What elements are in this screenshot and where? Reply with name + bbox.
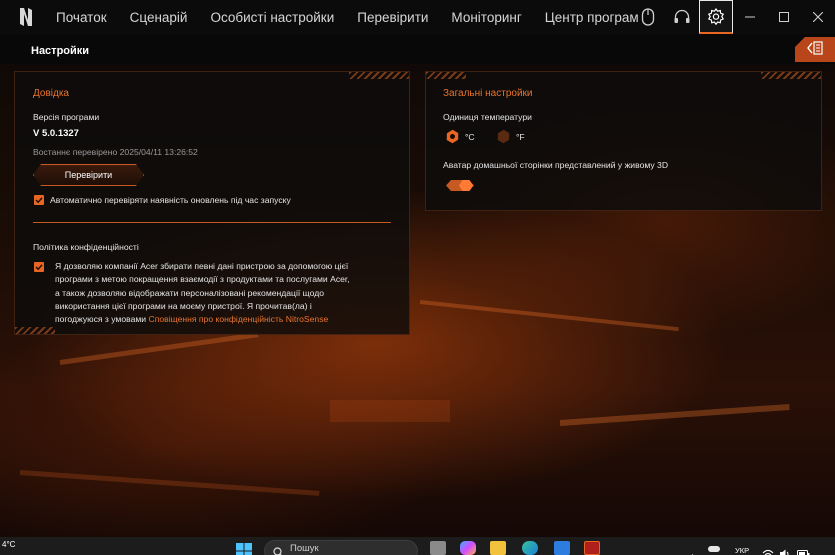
cloud-icon[interactable] [708, 546, 720, 552]
background-streak [59, 332, 259, 365]
celsius-radio-dot [450, 134, 455, 139]
celsius-label: °C [465, 132, 475, 142]
background-streak [19, 470, 320, 496]
nav-item-home[interactable]: Початок [56, 10, 107, 25]
chevron-up-icon[interactable] [688, 545, 697, 555]
general-settings-heading: Загальні настройки [443, 88, 533, 99]
page-header: Настройки [0, 34, 835, 64]
panel-decoration [761, 72, 821, 79]
nav-item-monitoring[interactable]: Моніторинг [451, 10, 521, 25]
nitro-logo-icon [0, 0, 52, 34]
privacy-line: Я дозволяю компанії Acer збирати певні д… [55, 261, 349, 271]
auto-check-checkbox[interactable] [34, 195, 44, 205]
gear-icon[interactable] [699, 0, 733, 34]
panel-decoration [15, 327, 55, 334]
checkmark-icon [35, 264, 43, 271]
privacy-line: погоджуюся з умовами Сповіщення про конф… [55, 313, 395, 326]
panel-decoration [349, 72, 409, 79]
start-button[interactable] [236, 543, 252, 555]
taskbar-search-placeholder: Пошук [290, 543, 319, 554]
version-label: Версія програми [33, 112, 100, 122]
nitrosense-taskbar-icon[interactable] [584, 541, 600, 555]
weather-temperature[interactable]: 4°C [2, 540, 15, 549]
panel-collapse-button[interactable] [795, 37, 835, 62]
nav-item-app-center[interactable]: Центр програм [545, 10, 639, 25]
minimize-button[interactable] [733, 0, 767, 34]
top-icons [631, 0, 835, 34]
headset-icon[interactable] [665, 0, 699, 34]
store-icon[interactable] [554, 541, 570, 555]
file-explorer-icon[interactable] [490, 541, 506, 555]
check-updates-button[interactable]: Перевірити [33, 164, 144, 186]
background-streak [419, 300, 679, 332]
privacy-consent-checkbox[interactable] [34, 262, 44, 272]
privacy-consent-text: Я дозволяю компанії Acer збирати певні д… [55, 260, 395, 326]
temperature-unit-label: Одиниця температури [443, 112, 532, 122]
auto-check-label: Автоматично перевіряти наявність оновлен… [50, 195, 291, 205]
mouse-icon[interactable] [631, 0, 665, 34]
battery-icon[interactable] [797, 544, 810, 555]
privacy-notice-link[interactable]: Сповіщення про конфіденційність NitroSen… [148, 314, 328, 324]
last-checked-text: Востаннє перевірено 2025/04/11 13:26:52 [33, 147, 198, 157]
close-button[interactable] [801, 0, 835, 34]
top-navigation-bar: Початок Сценарій Особисті настройки Пере… [0, 0, 835, 34]
background-streak [330, 400, 450, 422]
panel-decoration [426, 72, 466, 79]
input-language[interactable]: УКР [735, 546, 749, 555]
taskbar-app-icon[interactable] [430, 541, 446, 555]
windows-taskbar: 4°C Пошук УКР [0, 537, 835, 555]
edge-browser-icon[interactable] [522, 541, 538, 555]
maximize-button[interactable] [767, 0, 801, 34]
nav-item-scenario[interactable]: Сценарій [130, 10, 188, 25]
section-divider [33, 222, 391, 223]
checkmark-icon [35, 197, 43, 204]
privacy-title: Політика конфіденційності [33, 242, 139, 252]
privacy-line: а також дозволяю відображати персоналізо… [55, 287, 325, 298]
panel-collapse-icon [807, 40, 823, 59]
copilot-icon[interactable] [460, 541, 476, 555]
search-icon [273, 543, 284, 555]
volume-icon[interactable] [779, 544, 791, 555]
windows-logo-icon [236, 543, 252, 555]
background-streak [559, 403, 790, 426]
version-value: V 5.0.1327 [33, 128, 79, 139]
privacy-line-prefix: погоджуюся з умовами [55, 314, 149, 325]
page-title: Настройки [31, 45, 90, 57]
wifi-icon[interactable] [762, 544, 774, 555]
help-heading: Довідка [33, 88, 69, 99]
fahrenheit-label: °F [516, 132, 525, 142]
nav-item-check[interactable]: Перевірити [357, 10, 428, 25]
taskbar-search-box[interactable] [264, 540, 418, 555]
avatar-3d-label: Аватар домашньої сторінки представлений … [443, 160, 669, 170]
privacy-line: використання цієї програми на моєму прис… [55, 300, 312, 311]
privacy-line: програми з метою покращення взаємодії з … [55, 274, 350, 285]
nav-item-personal-settings[interactable]: Особисті настройки [210, 10, 334, 25]
